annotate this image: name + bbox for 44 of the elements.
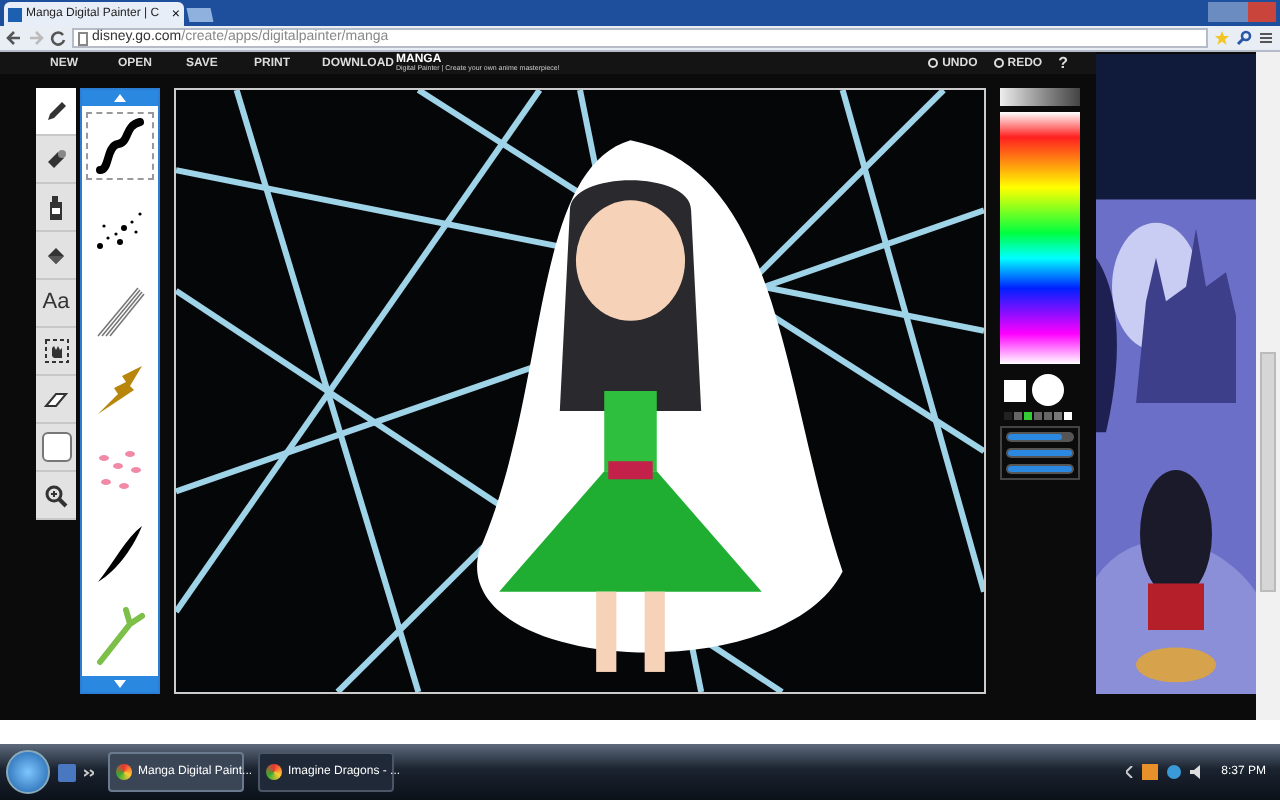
eraser-icon — [44, 389, 68, 409]
scroll-down-button[interactable] — [82, 676, 158, 692]
paint-bucket-icon — [44, 243, 68, 267]
brush-stroke-icon — [94, 116, 146, 177]
search-icon[interactable] — [1236, 30, 1252, 46]
slider-track[interactable] — [1006, 432, 1074, 442]
grayscale-bar[interactable] — [1000, 88, 1080, 106]
leaf-brush-icon — [94, 521, 146, 586]
scrollbar-thumb[interactable] — [1260, 352, 1276, 592]
scroll-up-button[interactable] — [82, 90, 158, 106]
expand-icon[interactable] — [84, 767, 94, 777]
up-arrow-icon — [114, 94, 126, 102]
zoom-icon — [44, 483, 68, 507]
browser-icon — [266, 764, 282, 780]
network-icon[interactable] — [1165, 764, 1182, 780]
browser-icon — [116, 764, 132, 780]
color-spectrum[interactable] — [1000, 112, 1080, 364]
tray-expand-icon[interactable] — [1125, 766, 1134, 778]
down-arrow-icon — [114, 680, 126, 688]
color-swatch-icon — [41, 432, 71, 462]
reload-icon[interactable] — [50, 30, 66, 46]
redo-icon — [993, 58, 1004, 68]
text-tool-label: Aa — [42, 288, 70, 319]
start-button[interactable] — [6, 750, 50, 794]
tray-app-icon[interactable] — [1141, 764, 1158, 780]
site-icon — [8, 7, 22, 21]
tool-button[interactable] — [36, 88, 76, 136]
stamp-icon — [44, 147, 68, 171]
spray-can-icon — [46, 194, 66, 220]
new-tab-button[interactable] — [186, 8, 214, 22]
undo-icon — [928, 58, 939, 68]
help-button[interactable]: ? — [1058, 55, 1068, 71]
brush-preview — [1032, 374, 1064, 406]
menu-icon[interactable] — [1258, 30, 1274, 46]
brush-option[interactable] — [86, 112, 154, 181]
page-icon — [78, 31, 88, 45]
primary-color-swatch[interactable] — [1004, 379, 1026, 401]
pencil-icon — [44, 99, 68, 123]
quick-launch-icon[interactable] — [58, 763, 76, 781]
volume-icon[interactable] — [1189, 764, 1206, 780]
stem-brush-icon — [94, 603, 146, 668]
selection-hand-icon — [43, 338, 69, 364]
star-icon[interactable] — [1214, 30, 1230, 46]
back-icon[interactable] — [6, 30, 22, 46]
